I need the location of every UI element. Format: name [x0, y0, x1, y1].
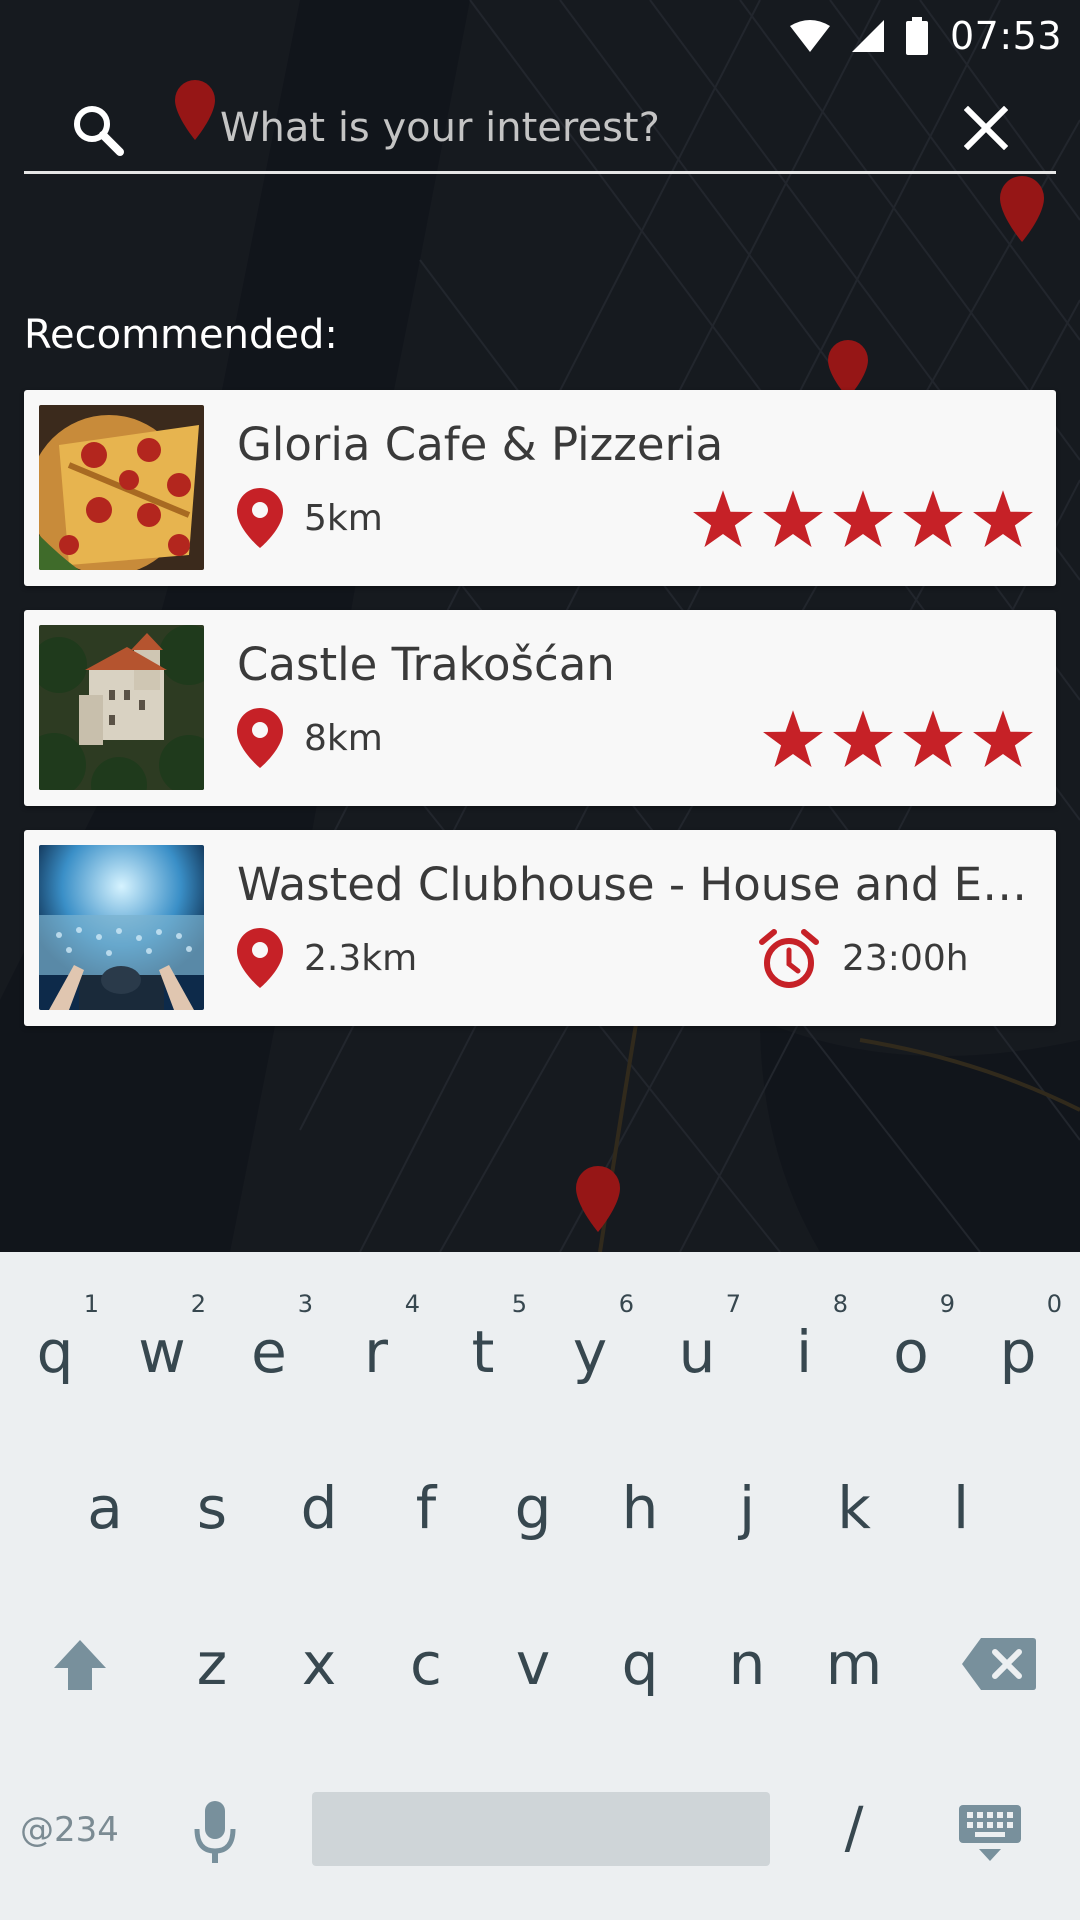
key-v[interactable]: v [483, 1604, 583, 1724]
key-r[interactable]: r4 [326, 1290, 426, 1412]
key-x[interactable]: x [269, 1604, 369, 1724]
key-n[interactable]: n [697, 1604, 797, 1724]
status-bar: 07:53 [0, 0, 1080, 72]
place-thumbnail [39, 625, 204, 790]
key-g[interactable]: g [483, 1448, 583, 1568]
key-e[interactable]: e3 [219, 1290, 319, 1412]
place-distance: 5km [304, 498, 383, 539]
star-icon [833, 710, 893, 768]
key-k[interactable]: k [804, 1448, 904, 1568]
recommendation-card[interactable]: Gloria Cafe & Pizzeria 5km [24, 390, 1056, 586]
star-icon [763, 490, 823, 548]
key-l[interactable]: l [911, 1448, 1011, 1568]
search-icon[interactable] [70, 102, 126, 163]
event-time: 23:00h [842, 938, 969, 979]
key-t[interactable]: t5 [433, 1290, 533, 1412]
microphone-icon[interactable] [180, 1790, 250, 1874]
star-icon [833, 490, 893, 548]
key-w[interactable]: w2 [112, 1290, 212, 1412]
place-name: Gloria Cafe & Pizzeria [237, 418, 724, 471]
star-icon [903, 490, 963, 548]
close-icon[interactable] [963, 105, 1009, 155]
keyboard-row-1: q1 w2 e3 r4 t5 y6 u7 i8 o9 p0 [0, 1290, 1080, 1432]
shift-icon[interactable] [30, 1614, 130, 1714]
star-rating [762, 710, 1034, 770]
backspace-icon[interactable] [944, 1614, 1054, 1714]
recommendation-card[interactable]: Castle Trakošćan 8km [24, 610, 1056, 806]
star-rating [692, 490, 1034, 550]
star-icon [693, 490, 753, 548]
star-icon [903, 710, 963, 768]
key-u[interactable]: u7 [647, 1290, 747, 1412]
recommendation-card[interactable]: Wasted Clubhouse - House and Ele... 2.3k… [24, 830, 1056, 1026]
wifi-icon [789, 20, 830, 52]
location-pin-icon [237, 708, 283, 773]
key-d[interactable]: d [269, 1448, 369, 1568]
key-f[interactable]: f [376, 1448, 476, 1568]
key-j[interactable]: j [697, 1448, 797, 1568]
key-i[interactable]: i8 [754, 1290, 854, 1412]
search-bar [24, 82, 1056, 174]
space-bar[interactable] [312, 1792, 770, 1866]
key-y[interactable]: y6 [540, 1290, 640, 1412]
star-icon [763, 710, 823, 768]
key-o[interactable]: o9 [861, 1290, 961, 1412]
search-input[interactable] [220, 98, 940, 158]
key-h[interactable]: h [590, 1448, 690, 1568]
cell-signal-icon [851, 20, 884, 52]
place-thumbnail [39, 405, 204, 570]
key-b[interactable]: q [590, 1604, 690, 1724]
slash-key[interactable]: / [804, 1768, 904, 1888]
symbols-key[interactable]: @234 [20, 1790, 150, 1870]
place-thumbnail [39, 845, 204, 1010]
key-p[interactable]: p0 [968, 1290, 1068, 1412]
key-z[interactable]: z [162, 1604, 262, 1724]
keyboard-hide-icon[interactable] [950, 1792, 1030, 1876]
star-icon [973, 490, 1033, 548]
keyboard-row-3: z x c v q n m [0, 1604, 1080, 1744]
place-distance: 2.3km [304, 938, 418, 979]
place-distance: 8km [304, 718, 383, 759]
star-icon [973, 710, 1033, 768]
recommended-heading: Recommended: [24, 312, 338, 358]
place-name: Castle Trakošćan [237, 638, 615, 691]
location-pin-icon [237, 488, 283, 553]
soft-keyboard: q1 w2 e3 r4 t5 y6 u7 i8 o9 p0 a s d f g … [0, 1252, 1080, 1920]
alarm-clock-icon [758, 928, 820, 995]
key-c[interactable]: c [376, 1604, 476, 1724]
location-pin-icon [237, 928, 283, 993]
key-s[interactable]: s [162, 1448, 262, 1568]
key-m[interactable]: m [804, 1604, 904, 1724]
keyboard-row-2: a s d f g h j k l [0, 1448, 1080, 1588]
key-a[interactable]: a [55, 1448, 155, 1568]
clock-time: 07:53 [949, 14, 1062, 58]
place-name: Wasted Clubhouse - House and Ele... [237, 858, 1037, 911]
battery-icon [905, 17, 928, 55]
key-q[interactable]: q1 [5, 1290, 105, 1412]
